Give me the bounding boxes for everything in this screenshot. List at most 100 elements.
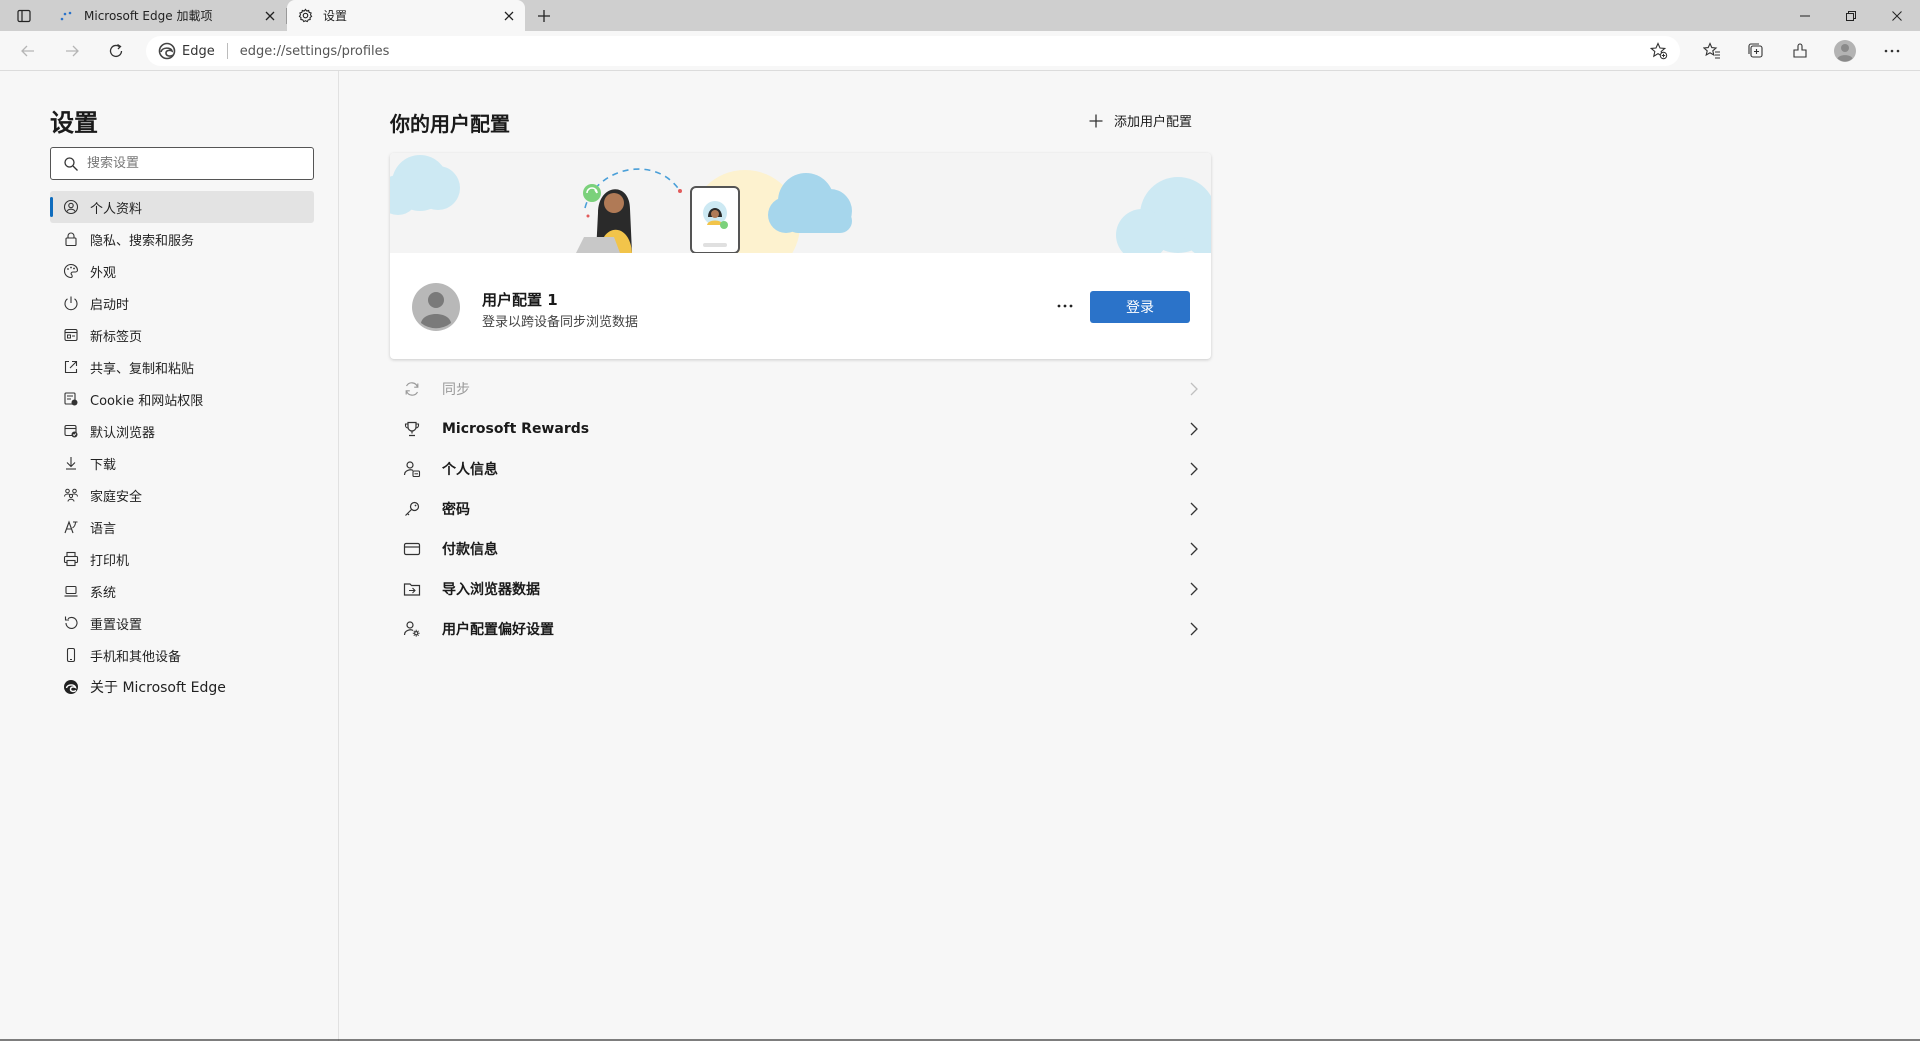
site-name: Edge <box>182 43 215 59</box>
add-favorite-icon[interactable] <box>1650 42 1668 60</box>
sidebar-item-reset[interactable]: 重置设置 <box>50 607 314 639</box>
minimize-icon[interactable] <box>1782 0 1828 31</box>
share-icon <box>62 358 80 376</box>
sidebar-item-share[interactable]: 共享、复制和粘贴 <box>50 351 314 383</box>
close-icon[interactable] <box>501 8 517 24</box>
profile-subtitle: 登录以跨设备同步浏览数据 <box>482 315 639 330</box>
chevron-right-icon <box>1187 541 1201 557</box>
setting-label: 导入浏览器数据 <box>442 582 540 598</box>
sidebar-item-about[interactable]: 关于 Microsoft Edge <box>50 671 314 703</box>
sidebar-item-label: 重置设置 <box>90 617 143 633</box>
sign-in-button[interactable]: 登录 <box>1090 291 1190 323</box>
chevron-right-icon <box>1187 381 1201 397</box>
sidebar-item-label: 默认浏览器 <box>90 425 156 441</box>
extensions-icon[interactable] <box>1789 40 1811 62</box>
more-options-icon[interactable] <box>1050 293 1080 319</box>
avatar <box>412 283 460 331</box>
sidebar-item-label: 关于 Microsoft Edge <box>90 680 226 696</box>
chevron-right-icon <box>1187 461 1201 477</box>
setting-label: 个人信息 <box>442 462 498 478</box>
profile-banner-illustration <box>390 153 1211 253</box>
settings-main: 你的用户配置 添加用户配置 用户配置 1 登录以跨设备同步浏览数据 登录 同步 … <box>340 71 1920 1041</box>
settings-sidebar: 设置 个人资料 隐私、搜索和服务 外观 <box>0 71 339 1041</box>
tab-title: 设置 <box>323 9 348 23</box>
back-icon[interactable] <box>12 37 44 65</box>
address-bar[interactable]: Edge edge://settings/profiles <box>146 36 1680 66</box>
setting-label: 付款信息 <box>442 542 498 558</box>
sync-icon <box>402 379 422 399</box>
download-icon <box>62 454 80 472</box>
sidebar-item-label: 启动时 <box>90 297 130 313</box>
sidebar-item-label: 下载 <box>90 457 117 473</box>
sidebar-item-label: Cookie 和网站权限 <box>90 393 204 409</box>
phone-icon <box>62 646 80 664</box>
sidebar-nav: 个人资料 隐私、搜索和服务 外观 启动时 新标签页 共享、复制和粘贴 Cooki… <box>50 191 314 703</box>
sidebar-item-label: 共享、复制和粘贴 <box>90 361 195 377</box>
collections-icon[interactable] <box>1745 40 1767 62</box>
plus-icon <box>1088 113 1104 129</box>
loading-icon <box>58 8 74 24</box>
tab-settings[interactable]: 设置 <box>287 0 525 31</box>
setting-payment[interactable]: 付款信息 <box>390 529 1211 569</box>
new-tab-button[interactable] <box>530 5 558 27</box>
setting-label: 密码 <box>442 502 470 518</box>
tab-title: Microsoft Edge 加載项 <box>84 9 213 23</box>
more-icon[interactable] <box>1881 40 1903 62</box>
trophy-icon <box>402 419 422 439</box>
search-box[interactable] <box>50 147 314 180</box>
page-title: 你的用户配置 <box>390 112 510 136</box>
close-icon[interactable] <box>262 8 278 24</box>
search-input[interactable] <box>87 156 287 171</box>
setting-import[interactable]: 导入浏览器数据 <box>390 569 1211 609</box>
sidebar-item-family[interactable]: 家庭安全 <box>50 479 314 511</box>
close-window-icon[interactable] <box>1874 0 1920 31</box>
sidebar-item-label: 家庭安全 <box>90 489 143 505</box>
sidebar-item-label: 打印机 <box>90 553 130 569</box>
setting-label: 用户配置偏好设置 <box>442 622 554 638</box>
edge-icon <box>62 678 80 696</box>
chevron-right-icon <box>1187 621 1201 637</box>
setting-rewards[interactable]: Microsoft Rewards <box>390 409 1211 449</box>
setting-sync[interactable]: 同步 <box>390 369 1211 409</box>
edge-icon <box>158 42 176 60</box>
sidebar-item-phone[interactable]: 手机和其他设备 <box>50 639 314 671</box>
forward-icon[interactable] <box>56 37 88 65</box>
add-profile-button[interactable]: 添加用户配置 <box>1088 111 1192 130</box>
setting-personal-info[interactable]: 个人信息 <box>390 449 1211 489</box>
import-icon <box>402 579 422 599</box>
sidebar-item-label: 手机和其他设备 <box>90 649 182 665</box>
restore-icon[interactable] <box>1828 0 1874 31</box>
profile-prefs-icon <box>402 619 422 639</box>
setting-profile-preferences[interactable]: 用户配置偏好设置 <box>390 609 1211 649</box>
sidebar-item-default-browser[interactable]: 默认浏览器 <box>50 415 314 447</box>
setting-passwords[interactable]: 密码 <box>390 489 1211 529</box>
sidebar-item-printers[interactable]: 打印机 <box>50 543 314 575</box>
sidebar-item-privacy[interactable]: 隐私、搜索和服务 <box>50 223 314 255</box>
sidebar-item-label: 语言 <box>90 521 117 537</box>
sidebar-item-downloads[interactable]: 下载 <box>50 447 314 479</box>
profile-card: 用户配置 1 登录以跨设备同步浏览数据 登录 <box>390 153 1211 359</box>
sidebar-item-languages[interactable]: 语言 <box>50 511 314 543</box>
avatar[interactable] <box>1832 38 1858 64</box>
profile-settings-list: 同步 Microsoft Rewards 个人信息 密码 付款信息 导入浏览器数… <box>390 369 1211 649</box>
tab-actions-icon[interactable] <box>12 6 36 26</box>
favorites-icon[interactable] <box>1701 40 1723 62</box>
sidebar-item-label: 隐私、搜索和服务 <box>90 233 195 249</box>
default-browser-icon <box>62 422 80 440</box>
search-icon <box>63 156 79 172</box>
divider <box>226 43 228 59</box>
sidebar-item-appearance[interactable]: 外观 <box>50 255 314 287</box>
sidebar-item-newtab[interactable]: 新标签页 <box>50 319 314 351</box>
personal-info-icon <box>402 459 422 479</box>
profile-name: 用户配置 1 <box>482 291 558 309</box>
sidebar-item-profiles[interactable]: 个人资料 <box>50 191 314 223</box>
tab-strip: Microsoft Edge 加載项 设置 <box>0 0 1920 31</box>
sidebar-item-label: 新标签页 <box>90 329 143 345</box>
card-icon <box>402 539 422 559</box>
sidebar-item-system[interactable]: 系统 <box>50 575 314 607</box>
tab-edge-addons[interactable]: Microsoft Edge 加載项 <box>48 0 287 31</box>
sidebar-item-cookies[interactable]: Cookie 和网站权限 <box>50 383 314 415</box>
url-text[interactable]: edge://settings/profiles <box>240 44 390 59</box>
sidebar-item-startup[interactable]: 启动时 <box>50 287 314 319</box>
refresh-icon[interactable] <box>100 37 132 65</box>
